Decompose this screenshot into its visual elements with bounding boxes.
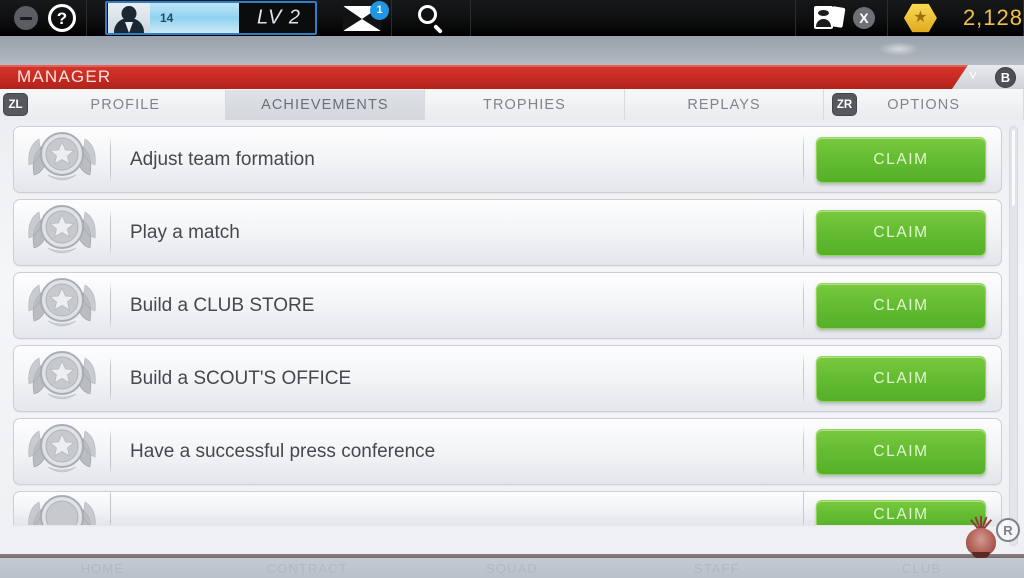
laurel-medal-icon [14,202,110,264]
bottom-nav-bar: HOME CONTRACT SQUAD STAFF CLUB [0,558,1024,578]
tab-trophies[interactable]: TROPHIES [425,89,625,120]
cards-multiplier-badge: X [852,7,875,29]
row-divider-right [803,425,804,478]
achievement-row[interactable]: Play a match CLAIM [13,199,1002,266]
mail-icon: 1 [343,0,389,31]
xp-progress-bar: 14 LV 2 [150,3,315,33]
tab-replays[interactable]: REPLAYS [624,89,825,120]
achievement-title: Have a successful press conference [130,440,436,462]
claim-button[interactable]: CLAIM [816,209,986,256]
bottom-nav-item-staff[interactable]: STAFF [614,561,819,576]
search-button[interactable] [392,0,471,36]
avatar [108,3,150,33]
achievement-row[interactable]: Have a successful press conference CLAIM [13,418,1002,485]
achievement-row[interactable]: Build a CLUB STORE CLAIM [13,272,1002,339]
bottom-nav-item-club[interactable]: CLUB [819,561,1024,576]
laurel-medal-icon [14,348,110,410]
achievement-row[interactable]: Build a SCOUT'S OFFICE CLAIM [13,345,1002,412]
row-divider-right [803,279,804,332]
back-button[interactable]: B [995,67,1016,88]
zl-shoulder-button[interactable]: ZL [3,93,28,116]
xp-value: 14 [160,11,174,25]
system-buttons-group: ? [0,0,87,36]
bottom-nav-item-contract[interactable]: CONTRACT [205,561,410,576]
minus-icon[interactable] [14,6,38,30]
chevron-down-icon: ˅ [968,67,978,84]
row-divider [110,492,111,525]
mail-badge: 1 [370,0,389,20]
tab-label: PROFILE [90,96,161,113]
achievement-title: Play a match [130,221,240,243]
tab-achievements[interactable]: ACHIEVEMENTS [225,89,426,120]
row-divider-right [803,352,804,405]
achievement-row[interactable]: Adjust team formation CLAIM [13,126,1002,193]
tab-label: TROPHIES [483,96,566,113]
tab-label: OPTIONS [887,96,961,113]
row-divider-right [803,492,804,525]
claim-button[interactable]: CLAIM [816,355,986,402]
tab-label: REPLAYS [687,96,761,113]
header-underlay [0,36,1024,65]
achievement-title: Build a CLUB STORE [130,294,315,316]
bottom-nav-item-squad[interactable]: SQUAD [410,561,615,576]
mail-button[interactable]: 1 [333,0,392,36]
scrollbar-track[interactable] [1009,126,1018,546]
profile-xp-module[interactable]: 14 LV 2 [105,1,317,35]
level-label: LV 2 [256,6,301,29]
claim-button[interactable]: CLAIM [816,428,986,475]
row-divider-right [803,206,804,259]
laurel-medal-icon [14,275,110,337]
header-spacer [471,0,796,36]
achievement-list: Adjust team formation CLAIM Play a match… [0,120,1024,554]
currency-display[interactable]: ★ 2,128 [888,0,1024,36]
help-icon[interactable]: ? [48,4,76,32]
search-icon [418,5,444,34]
scrollbar-thumb[interactable] [1011,129,1016,207]
tab-profile[interactable]: PROFILE [0,89,226,120]
laurel-medal-icon [14,129,110,191]
claim-button[interactable]: CLAIM [816,282,986,329]
zr-shoulder-button[interactable]: ZR [832,93,857,116]
currency-amount: 2,128 [962,5,1023,30]
star-coin-icon: ★ [903,3,937,33]
cards-icon [813,6,846,30]
cards-button[interactable]: X [796,0,888,36]
tab-bar: ZL PROFILE ACHIEVEMENTS TROPHIES REPLAYS… [0,89,1024,120]
club-crest-icon [960,516,1002,560]
manager-banner: MANAGER ˅ B [0,65,1024,89]
r-shoulder-button[interactable]: R [996,518,1020,542]
laurel-medal-icon [14,492,110,525]
claim-button[interactable]: CLAIM [816,136,986,183]
top-header-bar: ? 14 LV 2 1 X ★ 2,128 [0,0,1024,36]
bottom-nav-item-home[interactable]: HOME [0,561,205,576]
achievement-row[interactable]: CLAIM [13,491,1002,525]
row-divider-right [803,133,804,186]
tab-label: ACHIEVEMENTS [261,96,389,113]
achievement-title: Adjust team formation [130,148,315,170]
page-title: MANAGER [17,67,112,86]
laurel-medal-icon [14,421,110,483]
achievement-title: Build a SCOUT'S OFFICE [130,367,352,389]
